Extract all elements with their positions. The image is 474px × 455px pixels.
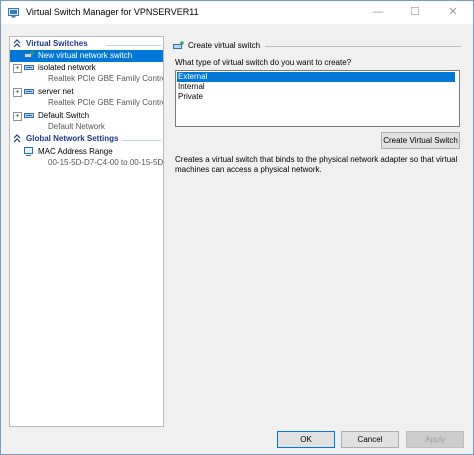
virtual-switches-section-header[interactable]: Virtual Switches [10,39,163,50]
switch-type-option-internal[interactable]: Internal [177,82,455,92]
switch-tree[interactable]: Virtual Switches New virtual network swi… [9,36,164,427]
switch-adapter-label: Default Network [48,122,105,131]
double-chevron-up-icon[interactable] [13,39,21,49]
network-switch-icon [24,65,34,70]
expand-icon[interactable]: + [13,112,22,121]
switch-item-label: server net [38,87,74,96]
switch-type-option-private[interactable]: Private [177,92,455,102]
mac-address-range-value: 00-15-5D-D7-C4-00 to 00-15-5D-D... [48,158,164,167]
virtual-switches-header-label: Virtual Switches [26,39,88,48]
ok-button[interactable]: OK [277,431,335,448]
virtual-switch-manager-window: Virtual Switch Manager for VPNSERVER11 —… [0,0,474,455]
global-network-settings-section-header[interactable]: Global Network Settings [10,134,163,145]
double-chevron-up-icon[interactable] [13,134,21,144]
network-switch-icon [24,89,34,94]
switch-type-question: What type of virtual switch do you want … [175,58,352,67]
switch-item-label: New virtual network switch [38,51,133,60]
switch-adapter-label: Realtek PCIe GBE Family Controller [48,98,163,107]
switch-type-listbox[interactable]: External Internal Private [175,70,460,127]
close-button[interactable]: ✕ [438,1,468,24]
group-title: Create virtual switch [188,41,261,50]
global-network-settings-header-label: Global Network Settings [26,134,119,143]
network-settings-icon [24,147,33,156]
mac-address-range-label: MAC Address Range [38,147,113,156]
create-virtual-switch-button[interactable]: Create Virtual Switch [381,132,460,149]
mac-address-range-item[interactable]: MAC Address Range [10,146,163,158]
title-bar[interactable]: Virtual Switch Manager for VPNSERVER11 —… [1,1,473,24]
expand-icon[interactable]: + [13,64,22,73]
switch-adapter-label: Realtek PCIe GBE Family Controller [48,74,163,83]
add-switch-icon [24,51,34,58]
virtual-switch-manager-icon [8,8,19,18]
switch-item-isolated-network[interactable]: + isolated network [10,62,163,74]
create-virtual-switch-group: Create virtual switch [170,40,465,52]
switch-item-server-net[interactable]: + server net [10,86,163,98]
network-switch-icon [24,113,34,118]
section-divider [122,140,161,141]
dialog-button-bar: OK Cancel Apply [1,429,473,454]
cancel-button[interactable]: Cancel [341,431,399,448]
switch-item-new[interactable]: New virtual network switch [10,50,163,62]
section-divider [106,45,161,46]
switch-type-option-external[interactable]: External [177,72,455,82]
group-divider [265,46,461,47]
switch-type-description: Creates a virtual switch that binds to t… [175,155,458,174]
details-pane: Create virtual switch What type of virtu… [170,36,465,425]
switch-item-default-switch[interactable]: + Default Switch [10,110,163,122]
minimize-button[interactable]: — [363,1,393,24]
window-title: Virtual Switch Manager for VPNSERVER11 [26,7,199,17]
maximize-button[interactable]: ☐ [400,1,430,24]
expand-icon[interactable]: + [13,88,22,97]
switch-item-label: isolated network [38,63,96,72]
switch-item-label: Default Switch [38,111,90,120]
apply-button[interactable]: Apply [406,431,464,448]
add-switch-icon [173,41,184,49]
